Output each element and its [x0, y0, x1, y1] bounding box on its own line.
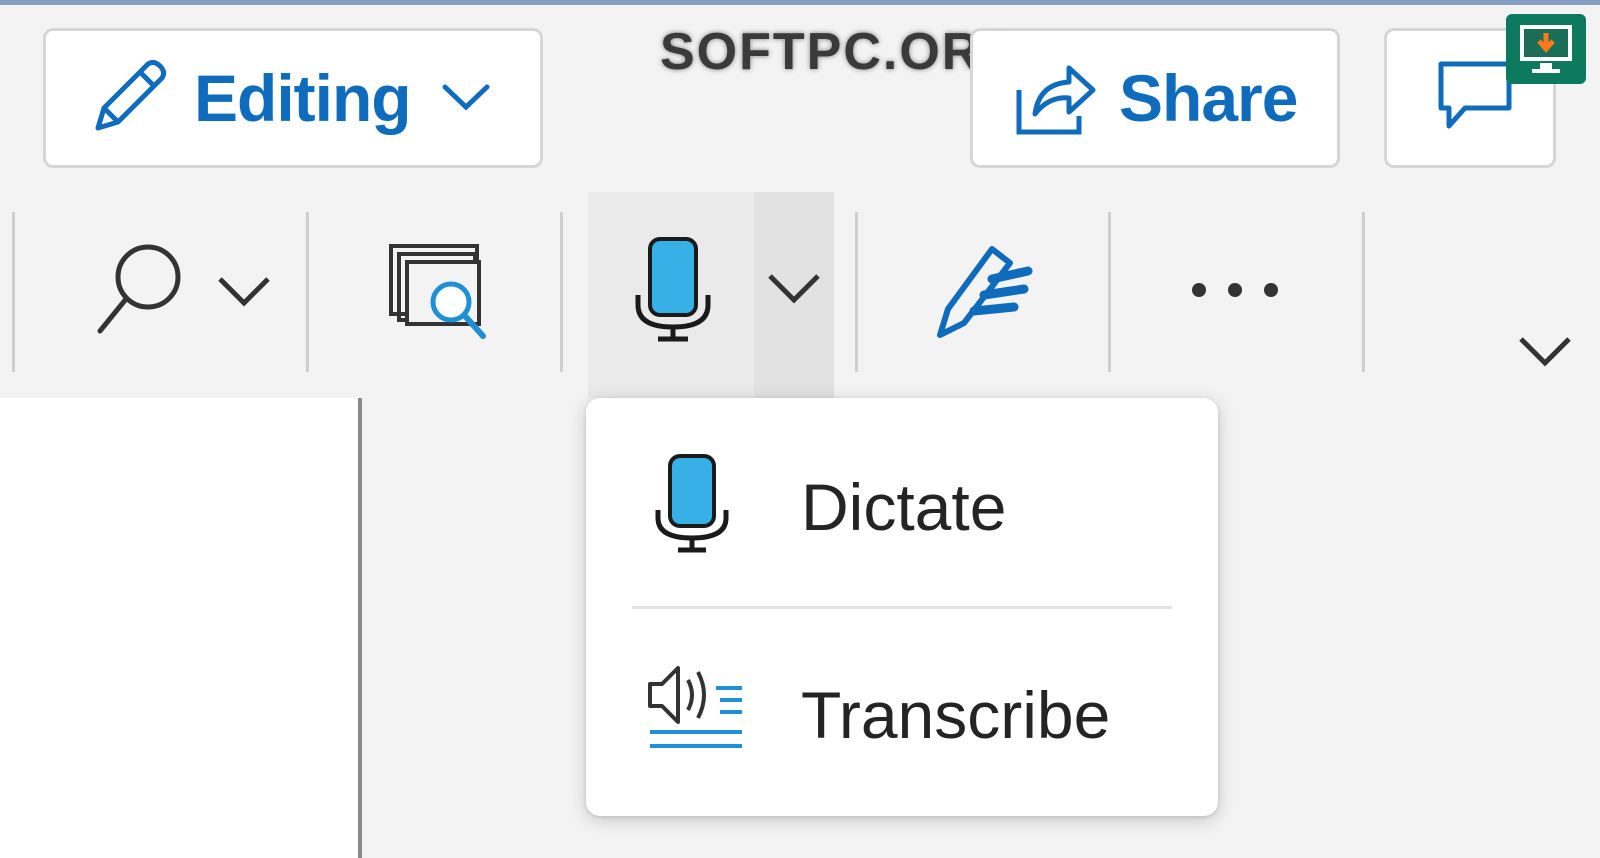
chevron-down-icon [441, 81, 491, 116]
microphone-icon [652, 454, 732, 559]
chevron-down-icon [766, 270, 822, 309]
share-label: Share [1119, 61, 1298, 135]
toolbar-separator [560, 212, 563, 372]
download-monitor-icon [1506, 14, 1586, 84]
toolbar-separator [1108, 212, 1111, 372]
more-icon [1185, 275, 1285, 310]
share-icon [1013, 54, 1097, 143]
window-top-border [0, 0, 1600, 5]
find-window-icon [385, 240, 495, 345]
editing-label: Editing [194, 61, 412, 135]
reuse-files-button[interactable] [360, 232, 520, 352]
transcribe-icon [646, 658, 746, 763]
menu-item-transcribe[interactable]: Transcribe [586, 620, 1218, 810]
comment-icon [1435, 56, 1515, 141]
editor-button[interactable] [910, 232, 1060, 352]
more-options-button[interactable] [1160, 232, 1310, 352]
share-button[interactable]: Share [970, 28, 1340, 168]
dictate-button[interactable] [618, 232, 728, 352]
toolbar-separator [1362, 212, 1365, 372]
pencil-icon [88, 54, 172, 143]
editor-pen-icon [930, 235, 1040, 350]
expand-ribbon-icon [1517, 333, 1573, 372]
dictate-split-button [588, 192, 834, 398]
menu-divider [632, 606, 1172, 609]
toolbar-separator [306, 212, 309, 372]
toolbar-separator [12, 212, 15, 372]
transcribe-label: Transcribe [801, 678, 1111, 752]
menu-item-dictate[interactable]: Dictate [586, 412, 1218, 602]
editing-mode-button[interactable]: Editing [43, 28, 543, 168]
toolbar-separator [855, 212, 858, 372]
chevron-down-icon [216, 273, 272, 312]
document-page[interactable] [0, 398, 360, 858]
expand-ribbon-button[interactable] [1505, 322, 1585, 382]
search-icon [88, 235, 198, 350]
microphone-icon [628, 235, 718, 350]
page-margin-rule [358, 398, 362, 858]
find-button[interactable] [80, 232, 280, 352]
dictate-dropdown-button[interactable] [754, 192, 834, 398]
dictate-label: Dictate [801, 470, 1007, 544]
ribbon-toolbar [0, 192, 1600, 398]
dictate-dropdown-menu: Dictate Transcribe [586, 398, 1218, 816]
